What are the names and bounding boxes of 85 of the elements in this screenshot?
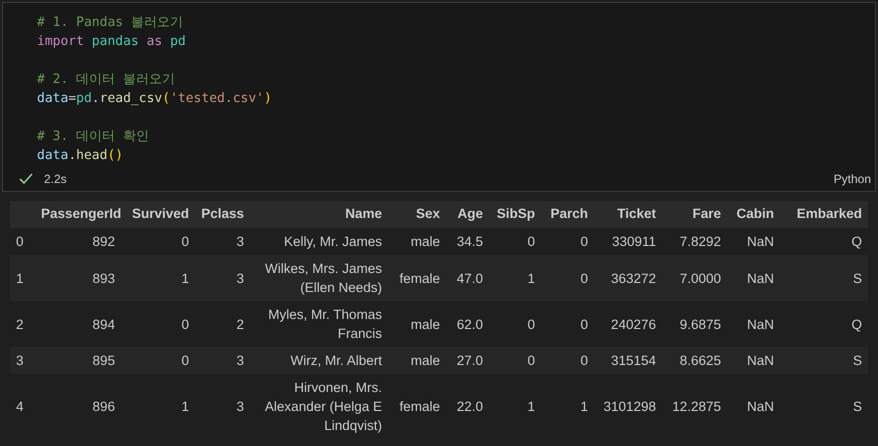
table-cell: S xyxy=(852,353,862,368)
table-cell: NaN xyxy=(746,270,774,286)
table-cell: 2 xyxy=(236,316,244,332)
table-cell: 1 xyxy=(580,399,588,414)
column-header: Fare xyxy=(692,206,721,222)
table-cell: 0 xyxy=(181,353,189,368)
table-cell: 330911 xyxy=(612,234,656,249)
row-index: 2 xyxy=(16,316,24,332)
code-line: data=pd.read_csv('tested.csv') xyxy=(37,90,272,108)
table-cell: 3101298 xyxy=(603,399,656,414)
column-header: Pclass xyxy=(201,206,244,222)
table-cell: 0 xyxy=(181,316,189,332)
column-header: Age xyxy=(457,206,483,222)
table-cell: Kelly, Mr. James xyxy=(284,234,382,249)
table-cell: Myles, Mr. Thomas Francis xyxy=(268,307,382,341)
column-header: Ticket xyxy=(617,206,656,222)
column-header: Embarked xyxy=(796,206,862,222)
table-cell: 895 xyxy=(92,353,115,368)
table-cell: Q xyxy=(851,234,862,249)
column-header: SibSp xyxy=(496,206,535,222)
table-cell: 0 xyxy=(181,234,189,249)
table-cell: 0 xyxy=(527,353,535,368)
table-cell: 8.6625 xyxy=(680,353,721,368)
table-cell: male xyxy=(410,234,440,249)
table-cell: NaN xyxy=(746,234,774,249)
column-header: Sex xyxy=(416,206,440,222)
column-header: Cabin xyxy=(736,206,774,222)
table-cell: male xyxy=(410,353,440,368)
table-cell: 12.2875 xyxy=(672,399,721,414)
code-line: # 2. 데이터 불러오기 xyxy=(37,71,175,89)
table-cell: 363272 xyxy=(610,270,656,286)
table-cell: 3 xyxy=(236,270,244,286)
code-line: # 1. Pandas 불러오기 xyxy=(37,14,183,32)
table-cell: 22.0 xyxy=(456,399,483,414)
table-cell: 27.0 xyxy=(456,353,483,368)
table-cell: 240276 xyxy=(610,316,656,332)
table-cell: 47.0 xyxy=(456,270,483,286)
code-line: data.head() xyxy=(37,147,124,165)
column-header: PassengerId xyxy=(41,206,122,222)
table-cell: 1 xyxy=(181,399,189,414)
table-cell: S xyxy=(852,399,862,414)
row-index: 4 xyxy=(16,399,24,414)
table-cell: Hirvonen, Mrs. Alexander (Helga E Lindqvist) xyxy=(264,380,382,433)
table-cell: female xyxy=(399,399,440,414)
table-cell: 7.8292 xyxy=(680,234,721,249)
code-line: import pandas as pd xyxy=(37,33,186,51)
table-cell: 0 xyxy=(580,353,588,368)
table-cell: 892 xyxy=(92,234,115,249)
table-cell: 0 xyxy=(580,270,588,286)
table-cell: 3 xyxy=(236,399,244,414)
table-cell: 1 xyxy=(527,399,535,414)
table-cell: 34.5 xyxy=(456,234,483,249)
table-cell: Q xyxy=(851,316,862,332)
table-cell: 3 xyxy=(236,353,244,368)
table-cell: female xyxy=(399,270,440,286)
table-cell: 0 xyxy=(580,316,588,332)
table-cell: 894 xyxy=(92,316,115,332)
execution-time: 2.2s xyxy=(44,171,67,188)
table-cell: 9.6875 xyxy=(680,316,721,332)
table-cell: 893 xyxy=(92,270,115,286)
table-cell: Wirz, Mr. Albert xyxy=(290,353,382,368)
column-header: Parch xyxy=(550,206,588,222)
row-index: 1 xyxy=(16,270,24,286)
table-cell: NaN xyxy=(746,316,774,332)
language-label[interactable]: Python xyxy=(834,170,871,188)
table-cell: NaN xyxy=(746,399,774,414)
table-cell: male xyxy=(410,316,440,332)
code-line: # 3. 데이터 확인 xyxy=(37,128,149,146)
table-cell: 0 xyxy=(527,316,535,332)
table-cell: S xyxy=(852,270,862,286)
table-cell: 0 xyxy=(580,234,588,249)
column-header: Name xyxy=(345,206,382,222)
table-cell: NaN xyxy=(746,353,774,368)
table-cell: 3 xyxy=(236,234,244,249)
table-cell: 7.0000 xyxy=(680,270,721,286)
column-header: Survived xyxy=(132,206,189,222)
table-cell: 896 xyxy=(92,399,115,414)
table-cell: Wilkes, Mrs. James (Ellen Needs) xyxy=(264,261,382,295)
row-index: 3 xyxy=(16,353,24,368)
table-cell: 62.0 xyxy=(456,316,483,332)
table-cell: 0 xyxy=(527,234,535,249)
table-cell: 315154 xyxy=(610,353,656,368)
table-cell: 1 xyxy=(527,270,535,286)
row-index: 0 xyxy=(16,234,24,249)
table-cell: 1 xyxy=(181,270,189,286)
